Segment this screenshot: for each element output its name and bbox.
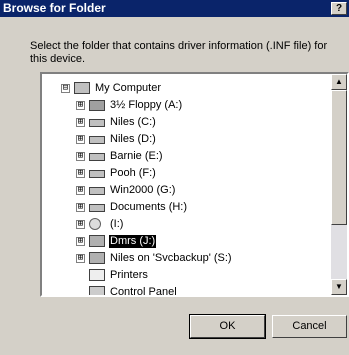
expand-icon[interactable]: ⊞	[76, 185, 85, 195]
expand-icon[interactable]: ⊞	[76, 253, 85, 263]
expand-icon[interactable]: ⊞	[76, 168, 85, 178]
drive-icon	[89, 153, 105, 161]
tree-item-barnie-e[interactable]: ⊞ Barnie (E:)	[76, 148, 164, 164]
control-panel-icon	[89, 286, 105, 295]
expand-icon[interactable]: ⊞	[76, 151, 85, 161]
tree-item-niles-svcbackup-s[interactable]: ⊞ Niles on 'Svcbackup' (S:)	[76, 250, 233, 266]
tree-item-label: Documents (H:)	[110, 200, 188, 213]
network-drive-icon	[89, 252, 105, 264]
drive-icon	[89, 136, 105, 144]
tree-item-control-panel[interactable]: Control Panel	[89, 284, 178, 297]
tree-item-label: Pooh (F:)	[110, 166, 156, 179]
expand-icon[interactable]: ⊞	[76, 134, 85, 144]
expand-icon[interactable]: ⊞	[76, 236, 85, 246]
folder-tree[interactable]: ⊟ My Computer ⊞ 3½ Floppy (A:) ⊞ Niles (…	[40, 72, 349, 297]
tree-item-dmrs-j[interactable]: ⊞ Dmrs (J:)	[76, 233, 157, 249]
tree-item-label: Niles (D:)	[110, 132, 156, 145]
tree-item-floppy[interactable]: ⊞ 3½ Floppy (A:)	[76, 97, 183, 113]
tree-item-documents-h[interactable]: ⊞ Documents (H:)	[76, 199, 188, 215]
drive-icon	[89, 119, 105, 127]
expand-icon[interactable]: ⊞	[76, 117, 85, 127]
vertical-scrollbar[interactable]: ▲ ▼	[331, 74, 347, 295]
cd-drive-icon	[89, 218, 101, 230]
tree-item-label: Printers	[110, 268, 148, 281]
title-bar[interactable]: Browse for Folder ?	[0, 0, 349, 17]
tree-item-win2000-g[interactable]: ⊞ Win2000 (G:)	[76, 182, 176, 198]
help-button[interactable]: ?	[331, 2, 347, 15]
expand-icon[interactable]: ⊞	[76, 202, 85, 212]
scroll-down-button[interactable]: ▼	[331, 279, 347, 295]
tree-item-label: Win2000 (G:)	[110, 183, 176, 196]
network-drive-icon	[89, 235, 105, 247]
tree-item-label: My Computer	[95, 81, 162, 94]
window-title: Browse for Folder	[3, 1, 106, 15]
browse-for-folder-dialog: Browse for Folder ? Select the folder th…	[0, 0, 349, 355]
floppy-icon	[89, 99, 105, 111]
drive-icon	[89, 204, 105, 212]
tree-item-label: Niles (C:)	[110, 115, 156, 128]
printers-icon	[89, 269, 105, 281]
collapse-icon[interactable]: ⊟	[61, 83, 70, 93]
tree-item-my-computer[interactable]: ⊟ My Computer	[61, 80, 162, 96]
tree-item-label: Barnie (E:)	[110, 149, 163, 162]
tree-item-pooh-f[interactable]: ⊞ Pooh (F:)	[76, 165, 157, 181]
expand-icon[interactable]: ⊞	[76, 219, 85, 229]
tree-item-label: (I:)	[110, 217, 124, 230]
tree-item-label: 3½ Floppy (A:)	[110, 98, 183, 111]
expand-icon[interactable]: ⊞	[76, 100, 85, 110]
ok-button[interactable]: OK	[189, 314, 266, 339]
tree-item-label: Dmrs (J:)	[109, 234, 157, 248]
scroll-up-button[interactable]: ▲	[331, 74, 347, 90]
instruction-text: Select the folder that contains driver i…	[30, 40, 328, 65]
drive-icon	[89, 187, 105, 195]
computer-icon	[74, 82, 90, 94]
tree-item-cd-i[interactable]: ⊞ (I:)	[76, 216, 124, 232]
tree-item-label: Niles on 'Svcbackup' (S:)	[110, 251, 232, 264]
tree-item-printers[interactable]: Printers	[89, 267, 149, 283]
cancel-button[interactable]: Cancel	[272, 315, 347, 338]
drive-icon	[89, 170, 105, 178]
tree-item-label: Control Panel	[110, 285, 177, 297]
scroll-thumb[interactable]	[331, 90, 347, 225]
tree-item-niles-c[interactable]: ⊞ Niles (C:)	[76, 114, 157, 130]
tree-item-niles-d[interactable]: ⊞ Niles (D:)	[76, 131, 157, 147]
